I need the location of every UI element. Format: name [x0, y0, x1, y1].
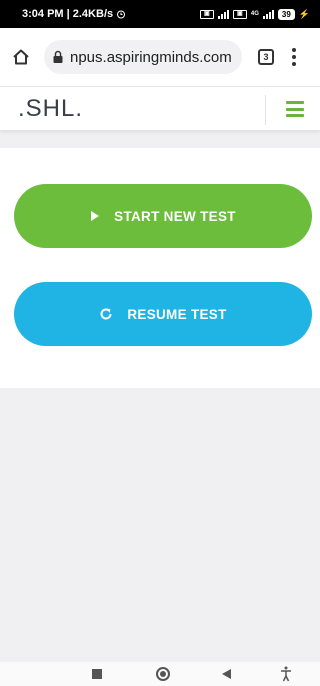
tabs-icon[interactable]: 3 — [258, 49, 274, 65]
back-icon[interactable] — [222, 669, 231, 679]
sim-icon: ▣ — [199, 9, 214, 19]
status-bar: 3:04 PM | 2.4KB/s ▣ ▣ 4G 39 ⚡ — [0, 0, 320, 28]
logo-text: .SHL. — [18, 94, 84, 122]
signal-icon-2 — [262, 9, 274, 19]
charging-icon: ⚡ — [298, 8, 310, 19]
battery-icon: 39 — [277, 8, 295, 20]
accessibility-icon[interactable] — [280, 666, 292, 682]
start-new-test-button[interactable]: START NEW TEST — [14, 184, 312, 248]
url-text[interactable]: npus.aspiringminds.com — [70, 49, 232, 66]
alarm-icon — [117, 10, 126, 19]
status-right: ▣ ▣ 4G 39 ⚡ — [199, 8, 310, 20]
lock-icon — [53, 50, 63, 63]
sim-icon-2: ▣ — [232, 9, 247, 19]
refresh-icon — [100, 308, 112, 320]
start-new-test-label: START NEW TEST — [114, 208, 236, 224]
shl-logo[interactable]: .SHL. — [18, 95, 83, 123]
status-time-speed: 3:04 PM | 2.4KB/s — [22, 8, 114, 20]
play-icon — [91, 211, 100, 221]
recents-icon[interactable] — [92, 669, 102, 679]
network-type: 4G — [250, 11, 259, 17]
home-icon[interactable] — [10, 46, 32, 68]
action-card: START NEW TEST RESUME TEST — [0, 148, 320, 388]
hamburger-icon[interactable] — [286, 101, 304, 117]
status-left: 3:04 PM | 2.4KB/s — [22, 8, 126, 20]
signal-icon — [217, 9, 229, 19]
header-divider — [265, 95, 266, 125]
browser-toolbar: npus.aspiringminds.com 3 — [0, 28, 320, 86]
resume-test-button[interactable]: RESUME TEST — [14, 282, 312, 346]
resume-test-label: RESUME TEST — [127, 306, 227, 322]
more-vert-icon[interactable] — [292, 48, 296, 66]
home-circle-icon[interactable] — [156, 667, 170, 681]
site-header: .SHL. — [0, 86, 320, 130]
address-bar[interactable]: npus.aspiringminds.com — [44, 40, 242, 74]
system-nav-bar — [0, 662, 320, 686]
